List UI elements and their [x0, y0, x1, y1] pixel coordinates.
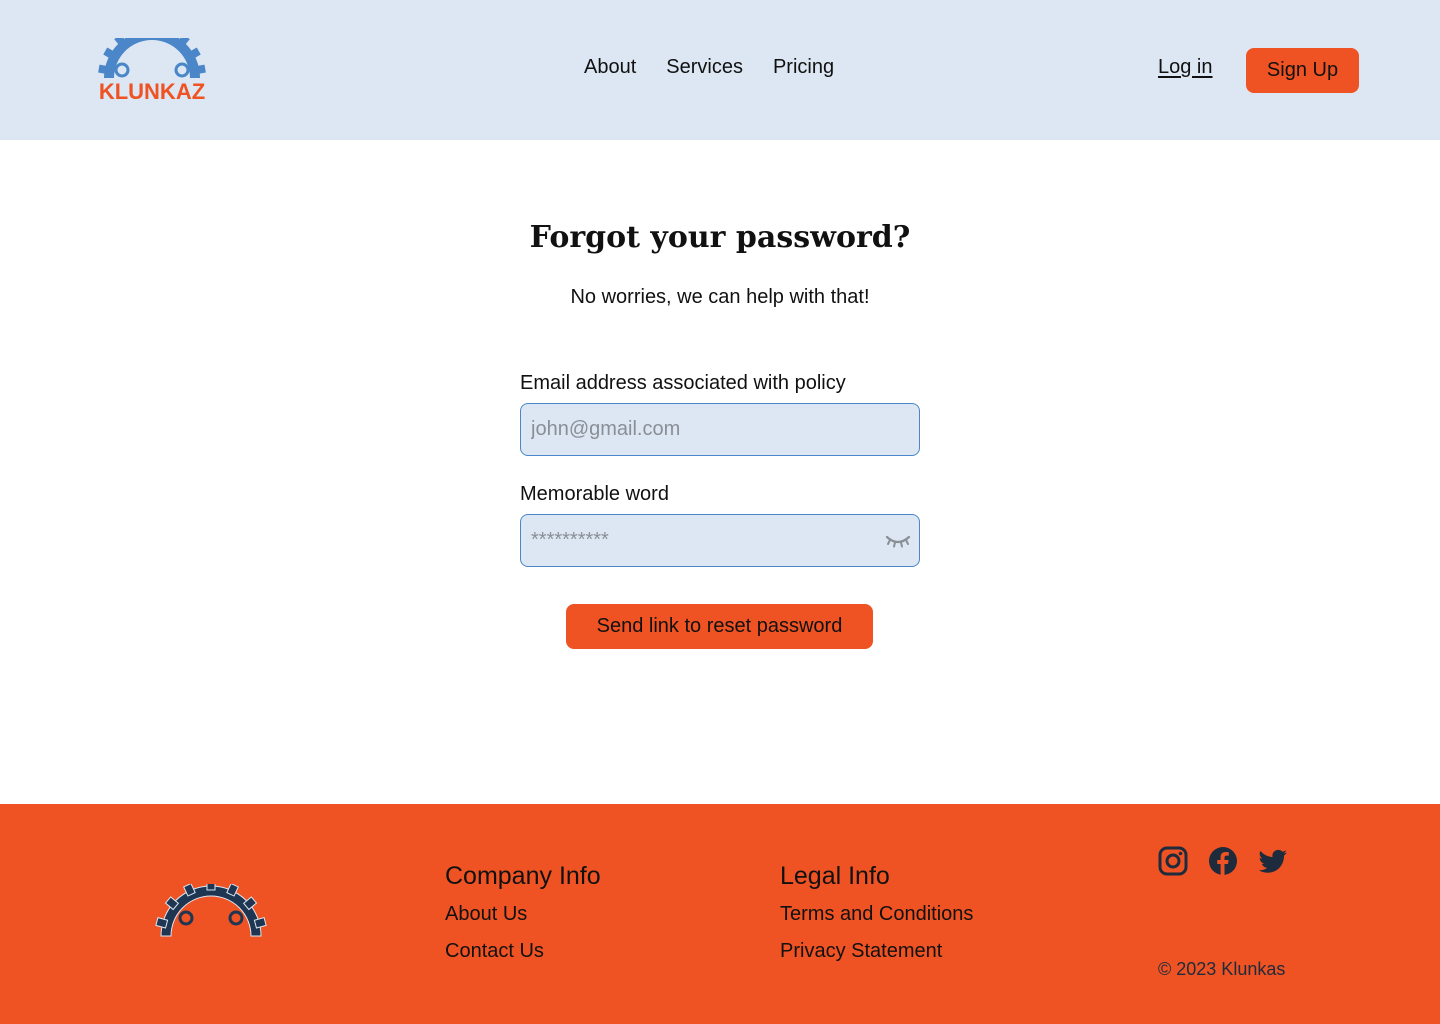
site-header: KLUNKAZ About Services Pricing Log in Si… — [0, 0, 1440, 140]
eye-closed-icon[interactable] — [884, 530, 912, 550]
twitter-icon[interactable] — [1258, 846, 1288, 876]
main-nav: About Services Pricing — [584, 56, 834, 79]
footer-link-privacy[interactable]: Privacy Statement — [780, 940, 973, 963]
facebook-icon[interactable] — [1208, 846, 1238, 876]
login-link[interactable]: Log in — [1158, 56, 1213, 79]
page-title: Forgot your password? — [529, 220, 911, 255]
memorable-word-input[interactable] — [520, 514, 920, 567]
email-label: Email address associated with policy — [520, 372, 846, 394]
footer-link-contact-us[interactable]: Contact Us — [445, 940, 601, 963]
email-input[interactable] — [520, 403, 920, 456]
page-subtitle: No worries, we can help with that! — [570, 286, 870, 308]
memorable-word-label: Memorable word — [520, 483, 669, 505]
email-field-wrapper — [520, 403, 920, 456]
reset-form: Email address associated with policy Mem… — [520, 372, 920, 594]
legal-info-heading: Legal Info — [780, 862, 890, 890]
legal-info-column: Legal Info Terms and Conditions Privacy … — [780, 862, 973, 977]
company-info-heading: Company Info — [445, 862, 601, 890]
company-info-column: Company Info About Us Contact Us — [445, 862, 601, 977]
footer-logo[interactable] — [146, 884, 276, 944]
signup-button[interactable]: Sign Up — [1246, 48, 1359, 93]
klunkaz-logo[interactable]: KLUNKAZ — [78, 38, 226, 104]
footer-link-about-us[interactable]: About Us — [445, 903, 601, 926]
instagram-icon[interactable] — [1158, 846, 1188, 876]
site-footer: Company Info About Us Contact Us Legal I… — [0, 804, 1440, 1024]
social-links — [1158, 846, 1288, 876]
footer-link-terms[interactable]: Terms and Conditions — [780, 903, 973, 926]
nav-services[interactable]: Services — [666, 56, 743, 79]
logo-wordmark: KLUNKAZ — [99, 79, 205, 104]
memorable-word-field-wrapper — [520, 514, 920, 567]
copyright-text: © 2023 Klunkas — [1158, 959, 1286, 979]
send-reset-link-button[interactable]: Send link to reset password — [566, 604, 873, 649]
nav-about[interactable]: About — [584, 56, 636, 79]
nav-pricing[interactable]: Pricing — [773, 56, 834, 79]
